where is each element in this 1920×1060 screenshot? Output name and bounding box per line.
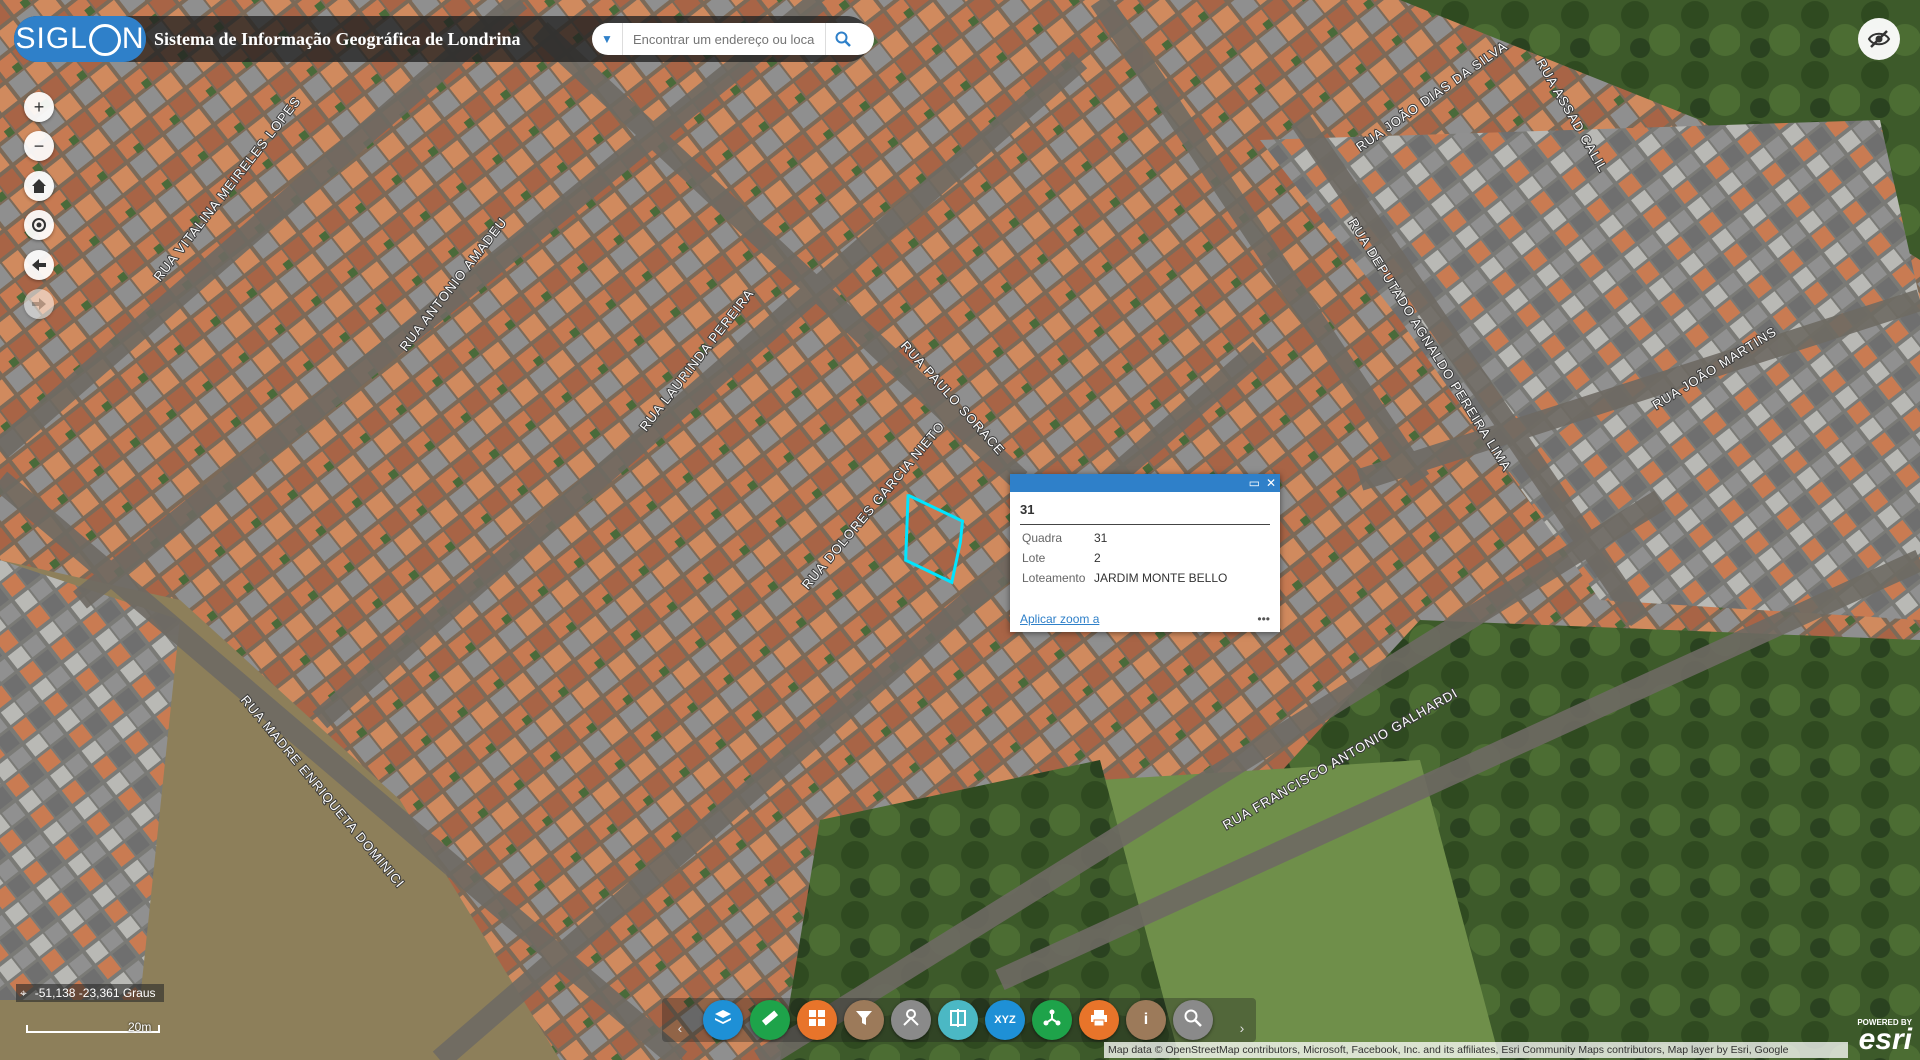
layers-icon [713, 1008, 733, 1033]
search-button[interactable] [825, 23, 860, 55]
search-icon [835, 31, 851, 47]
popup-header-bar: ▭ ✕ [1010, 474, 1280, 492]
next-extent-button[interactable] [24, 289, 54, 319]
esri-brand: esri [1858, 1023, 1912, 1056]
coordinate-text: -51,138 -23,361 Graus [34, 986, 156, 1000]
attribute-value: 2 [1094, 551, 1101, 565]
logo-text-end: N [121, 22, 145, 55]
basemap-gallery-button[interactable] [797, 1000, 837, 1040]
measure-button[interactable] [750, 1000, 790, 1040]
share-icon [1042, 1008, 1062, 1033]
locate-button[interactable] [24, 210, 54, 240]
directions-icon [901, 1008, 921, 1033]
zoom-out-button[interactable]: − [24, 131, 54, 161]
popup-title: 31 [1020, 502, 1270, 525]
more-options-icon[interactable]: ••• [1257, 612, 1270, 626]
aerial-map[interactable]: RUA VITALINA MEIRELES LOPES RUA ANTONIO … [0, 0, 1920, 1060]
query-button[interactable] [1173, 1000, 1213, 1040]
toolbar-next-button[interactable]: › [1232, 1020, 1252, 1040]
search-source-dropdown[interactable]: ▼ [592, 23, 623, 55]
xyz-icon: XYZ [994, 1014, 1016, 1026]
layers-button[interactable] [703, 1000, 743, 1040]
attribute-value: JARDIM MONTE BELLO [1094, 571, 1228, 585]
share-button[interactable] [1032, 1000, 1072, 1040]
query-icon [1183, 1008, 1203, 1033]
plus-icon: + [33, 96, 45, 117]
search-input[interactable] [623, 24, 825, 54]
popup-footer: Aplicar zoom a ••• [1020, 612, 1270, 626]
locate-icon [32, 218, 46, 232]
xyz-button[interactable]: XYZ [985, 1000, 1025, 1040]
info-icon: i [1143, 1011, 1149, 1028]
print-icon [1089, 1008, 1109, 1033]
attribute-value: 31 [1094, 531, 1108, 545]
directions-button[interactable] [891, 1000, 931, 1040]
previous-extent-button[interactable] [24, 250, 54, 280]
chevron-down-icon: ▼ [601, 32, 613, 46]
coordinate-readout: ⌖ -51,138 -23,361 Graus [16, 984, 164, 1002]
swipe-button[interactable] [938, 1000, 978, 1040]
zoom-to-link[interactable]: Aplicar zoom a [1020, 612, 1099, 626]
logo: SIGL N [14, 16, 146, 62]
filter-button[interactable] [844, 1000, 884, 1040]
chevron-left-icon: ‹ [677, 1020, 683, 1036]
print-button[interactable] [1079, 1000, 1119, 1040]
chevron-right-icon: › [1239, 1020, 1245, 1036]
home-icon [32, 179, 46, 193]
attribute-key: Loteamento [1022, 571, 1086, 585]
maximize-icon[interactable]: ▭ [1249, 476, 1260, 490]
attribute-key: Quadra [1022, 531, 1063, 545]
map-attribution: Map data © OpenStreetMap contributors, M… [1104, 1042, 1848, 1058]
popup-attribute-row: Quadra 31 [1022, 531, 1270, 545]
filter-icon [854, 1008, 874, 1033]
popup-attribute-row: Loteamento JARDIM MONTE BELLO [1022, 571, 1270, 585]
search-box: ▼ [592, 23, 874, 55]
app-header: SIGL N Sistema de Informação Geográfica d… [14, 16, 874, 62]
swipe-icon [948, 1008, 968, 1033]
toolbar-prev-button[interactable]: ‹ [670, 1020, 690, 1040]
eye-off-icon [1867, 30, 1891, 48]
arrow-right-icon [32, 298, 46, 310]
esri-logo: POWERED BY esri [1857, 1018, 1912, 1056]
app-title: Sistema de Informação Geográfica de Lond… [154, 28, 521, 49]
arrow-left-icon [32, 259, 46, 271]
basemap-gallery-icon [807, 1008, 827, 1033]
home-button[interactable] [24, 171, 54, 201]
logo-text-start: SIGL [15, 22, 88, 55]
minus-icon: − [33, 135, 45, 156]
measure-icon [760, 1008, 780, 1033]
attribute-key: Lote [1022, 551, 1046, 565]
zoom-in-button[interactable]: + [24, 92, 54, 122]
scale-label: 20m [128, 1020, 152, 1034]
popup-attribute-row: Lote 2 [1022, 551, 1270, 565]
toggle-visibility-button[interactable] [1858, 18, 1900, 60]
globe-icon [88, 24, 121, 56]
crosshair-icon[interactable]: ⌖ [20, 986, 27, 1001]
feature-popup: ▭ ✕ 31 Quadra 31 Lote 2 Loteamento JARDIM M… [1010, 474, 1280, 632]
close-icon[interactable]: ✕ [1266, 476, 1276, 490]
info-button[interactable]: i [1126, 1000, 1166, 1040]
